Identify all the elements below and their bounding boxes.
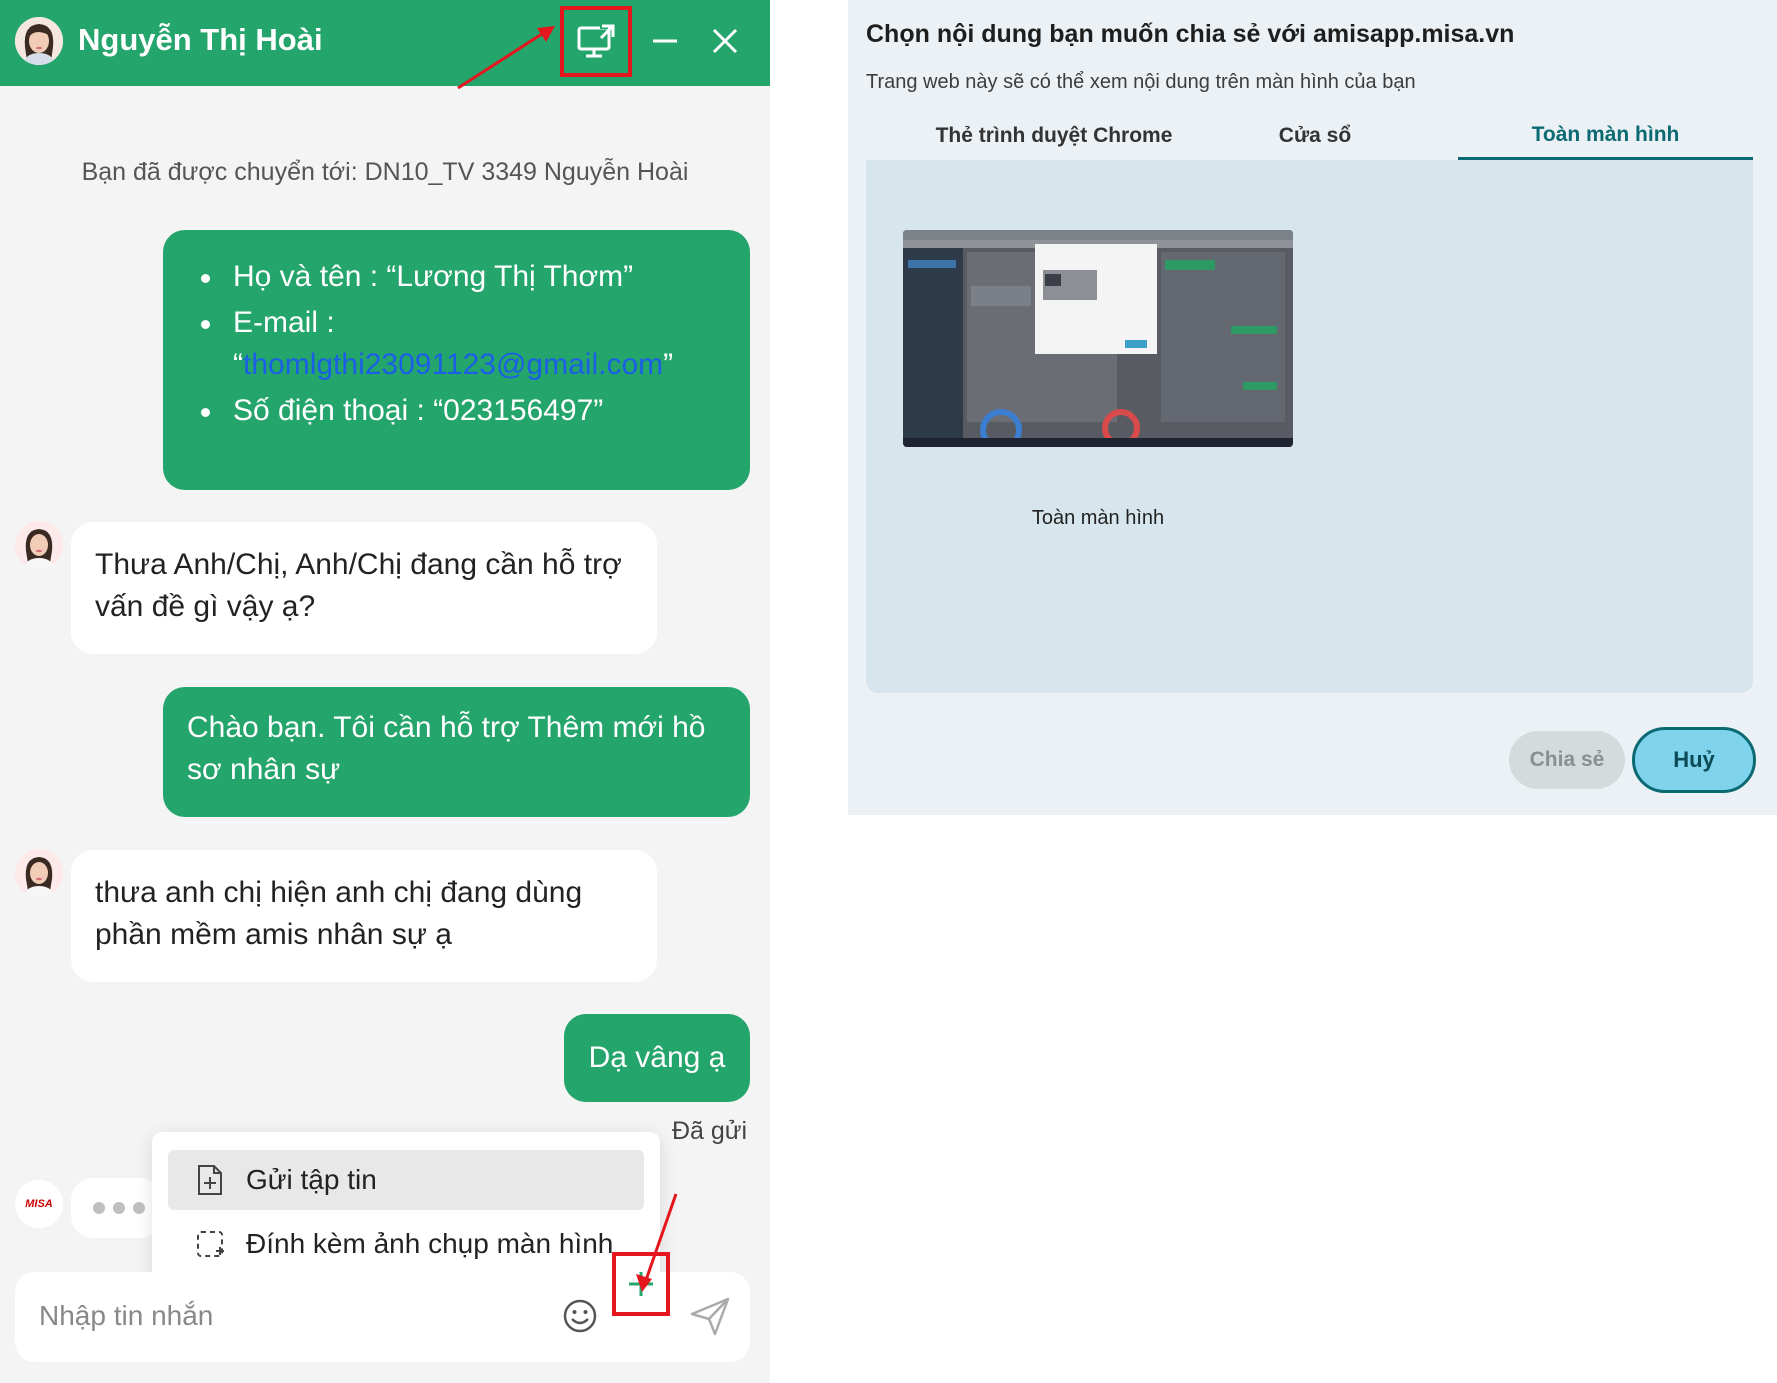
tab-entire-screen[interactable]: Toàn màn hình — [1458, 112, 1753, 160]
typing-dot — [133, 1202, 145, 1214]
message-input[interactable] — [39, 1292, 539, 1340]
tab-window[interactable]: Cửa sổ — [1242, 112, 1388, 160]
typing-dot — [93, 1202, 105, 1214]
minimize-button[interactable] — [640, 16, 690, 66]
dialog-subtitle: Trang web này sẽ có thể xem nội dung trê… — [866, 71, 1416, 93]
system-message: Bạn đã được chuyển tới: DN10_TV 3349 Ngu… — [81, 158, 689, 186]
attach-screenshot-label: Đính kèm ảnh chụp màn hình — [246, 1228, 614, 1259]
customer-name-line: Họ và tên : “Lương Thị Thơm” — [199, 256, 726, 298]
share-screen-button[interactable] — [560, 6, 632, 77]
minimize-icon — [653, 39, 677, 43]
send-button[interactable] — [688, 1294, 732, 1338]
customer-phone-line: Số điện thoại : “023156497” — [199, 390, 726, 432]
close-button[interactable] — [700, 16, 750, 66]
sent-status: Đã gửi — [672, 1117, 748, 1145]
close-icon — [712, 28, 738, 54]
bot-avatar: MISA — [15, 1180, 63, 1228]
entire-screen-thumbnail[interactable] — [903, 230, 1293, 447]
typing-indicator — [71, 1178, 161, 1238]
emoji-icon — [563, 1299, 597, 1333]
cancel-button[interactable]: Huỷ — [1632, 727, 1756, 793]
send-icon — [690, 1297, 730, 1336]
agent-message: Thưa Anh/Chị, Anh/Chị đang cần hỗ trợ vấ… — [71, 522, 657, 654]
screen-share-icon — [577, 22, 615, 57]
tab-chrome-tab[interactable]: Thẻ trình duyệt Chrome — [866, 112, 1242, 160]
attach-menu: Gửi tập tin Đính kèm ảnh chụp màn hình — [152, 1132, 660, 1292]
customer-info-list: Họ và tên : “Lương Thị Thơm” E-mail : “t… — [199, 256, 726, 432]
share-button[interactable]: Chia sẻ — [1509, 731, 1625, 789]
email-prefix: E-mail : — [233, 306, 335, 339]
agent-message-avatar — [15, 521, 63, 569]
message-input-bar — [15, 1252, 750, 1362]
thumbnail-label: Toàn màn hình — [1031, 507, 1165, 529]
agent-name: Nguyễn Thị Hoài — [78, 22, 323, 57]
share-source-tabs: Thẻ trình duyệt Chrome Cửa sổ Toàn màn h… — [866, 112, 1753, 160]
dialog-title: Chọn nội dung bạn muốn chia sẻ với amisa… — [866, 20, 1515, 48]
agent-message-avatar — [15, 849, 63, 897]
send-file-label: Gửi tập tin — [246, 1164, 377, 1195]
email-quote-close: ” — [663, 348, 674, 381]
send-file-menu-item[interactable]: Gửi tập tin — [168, 1150, 644, 1210]
screenshot-icon — [194, 1228, 226, 1260]
attach-screenshot-menu-item[interactable]: Đính kèm ảnh chụp màn hình — [168, 1214, 644, 1274]
agent-message: thưa anh chị hiện anh chị đang dùng phần… — [71, 850, 657, 982]
user-message: Chào bạn. Tôi cần hỗ trợ Thêm mới hồ sơ … — [163, 687, 750, 817]
agent-avatar — [15, 17, 63, 65]
add-attachment-button[interactable] — [612, 1252, 670, 1316]
share-source-content: Toàn màn hình — [866, 160, 1753, 693]
email-quote-open: “ — [233, 348, 243, 381]
chat-panel: Nguyễn Thị Hoài Bạn đã được chuyển tới: … — [0, 0, 770, 1383]
plus-icon — [629, 1272, 653, 1296]
user-message: Dạ vâng ạ — [564, 1014, 750, 1102]
file-add-icon — [194, 1164, 226, 1196]
typing-dot — [113, 1202, 125, 1214]
share-screen-dialog: Chọn nội dung bạn muốn chia sẻ với amisa… — [848, 0, 1777, 815]
chat-header: Nguyễn Thị Hoài — [0, 0, 770, 86]
emoji-button[interactable] — [560, 1296, 600, 1336]
screen-preview-image — [903, 230, 1293, 447]
customer-info-message: Họ và tên : “Lương Thị Thơm” E-mail : “t… — [163, 230, 750, 490]
email-link[interactable]: thomlgthi23091123@gmail.com — [243, 348, 663, 381]
customer-email-line: E-mail : “thomlgthi23091123@gmail.com” — [199, 302, 726, 386]
